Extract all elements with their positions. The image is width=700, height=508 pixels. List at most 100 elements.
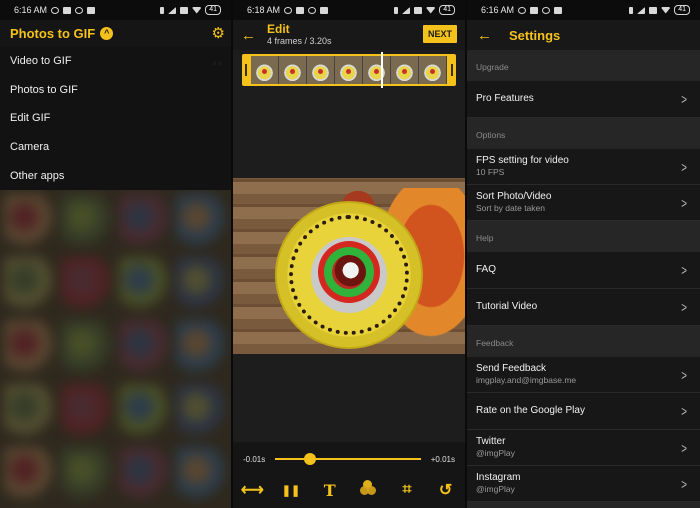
gallery-icon	[63, 6, 72, 14]
speed-max-label: +0.01s	[430, 454, 455, 464]
menu-item-other-apps[interactable]: Other apps	[0, 161, 231, 190]
app-title: Photos to GIF	[10, 26, 96, 41]
settings-item-title: Twitter	[476, 436, 506, 447]
settings-item-title: Pro Features	[476, 93, 534, 104]
background-hint: ▫ ▫	[213, 59, 221, 68]
frame-thumbnail	[279, 56, 307, 84]
battery-icon: 41	[205, 5, 221, 15]
battery-icon: 41	[439, 5, 455, 15]
page-title: Edit	[267, 22, 290, 36]
settings-notification-icon	[75, 6, 84, 14]
menu-item-photos-to-gif[interactable]: Photos to GIF	[0, 76, 231, 105]
settings-item-title: Tutorial Video	[476, 301, 538, 312]
chevron-right-icon: >	[681, 439, 687, 456]
gear-icon[interactable]: ⚙	[212, 26, 225, 41]
app-notification-icon	[87, 6, 96, 14]
undo-icon[interactable]: ↺	[434, 480, 458, 500]
bluetooth-icon	[394, 6, 399, 14]
signal-icon	[637, 6, 646, 14]
blurred-gallery	[0, 190, 231, 508]
menu-item-label: Video to GIF	[10, 55, 72, 68]
back-arrow-icon[interactable]: ←	[477, 27, 497, 44]
settings-screen: 6:16 AM 41 ← Settings Upgrade Pro Feature…	[467, 0, 700, 508]
wifi-icon	[426, 6, 436, 14]
chevron-right-icon: >	[681, 91, 687, 107]
playhead[interactable]	[381, 52, 383, 88]
menu-item-camera[interactable]: Camera	[0, 133, 231, 162]
gallery-icon	[296, 6, 305, 14]
trim-handle-left[interactable]	[245, 64, 247, 76]
wifi-icon	[661, 6, 671, 14]
settings-notification-icon	[308, 6, 317, 14]
bluetooth-icon	[629, 6, 634, 14]
menu-item-video-to-gif[interactable]: Video to GIF	[0, 47, 231, 76]
crop-icon[interactable]: ⌗	[395, 481, 419, 499]
settings-item[interactable]: Instagram @imgPlay >	[467, 466, 700, 502]
frame-thumbnail	[391, 56, 419, 84]
filter-icon[interactable]	[356, 479, 380, 501]
menu-item-edit-gif[interactable]: Edit GIF	[0, 104, 231, 133]
frame-thumbnail	[307, 56, 335, 84]
status-bar: 6:16 AM 41	[0, 0, 231, 20]
frame-thumbnail	[419, 56, 447, 84]
settings-item-subtitle: Sort by date taken	[476, 203, 545, 213]
settings-list: Upgrade Pro Features > Options FPS setting f…	[467, 50, 700, 502]
data-saver-icon	[649, 6, 658, 14]
section-header: Upgrade	[467, 50, 700, 81]
settings-item[interactable]: Twitter @imgPlay >	[467, 430, 700, 466]
wifi-icon	[192, 6, 202, 14]
back-arrow-icon[interactable]: ←	[241, 27, 261, 44]
menu-item-label: Photos to GIF	[10, 83, 78, 96]
alarm-icon	[518, 6, 527, 14]
speed-slider-knob[interactable]	[304, 453, 317, 465]
text-icon[interactable]: T	[318, 481, 342, 500]
speed-control: -0.01s +0.01s	[233, 450, 465, 468]
pause-icon[interactable]: ❚❚	[279, 484, 303, 497]
frame-timeline[interactable]	[242, 52, 456, 88]
settings-item-title: FAQ	[476, 264, 497, 275]
mode-selector[interactable]: Photos to GIF ^	[10, 26, 114, 41]
menu-item-label: Camera	[10, 141, 50, 154]
settings-item-title: Send Feedback	[476, 363, 547, 374]
chevron-right-icon: >	[681, 475, 687, 492]
chevron-right-icon: >	[681, 262, 687, 278]
settings-item-subtitle: @imgPlay	[476, 484, 515, 494]
status-time: 6:16 AM	[14, 5, 48, 15]
signal-icon	[402, 6, 411, 14]
settings-item[interactable]: Rate on the Google Play >	[467, 393, 700, 430]
alarm-icon	[284, 6, 293, 14]
direction-icon[interactable]: ⟷	[240, 480, 264, 500]
frame-thumbnail	[251, 56, 279, 84]
section-header: Options	[467, 118, 700, 149]
signal-icon	[168, 6, 177, 14]
page-title: Settings	[509, 27, 561, 43]
edit-screen: 6:18 AM 41 ← Edit 4 frames / 3.20s NEXT	[233, 0, 465, 508]
settings-notification-icon	[542, 6, 551, 14]
data-saver-icon	[180, 6, 189, 14]
dessert-plate-image	[275, 201, 423, 349]
bluetooth-icon	[160, 6, 165, 14]
chevron-right-icon: >	[681, 403, 687, 419]
chevron-up-icon: ^	[100, 27, 114, 40]
edit-toolbar: ⟷ ❚❚ T ⌗ ↺	[233, 475, 465, 505]
settings-item[interactable]: Sort Photo/Video Sort by date taken >	[467, 185, 700, 221]
settings-item[interactable]: Send Feedback imgplay.and@imgbase.me >	[467, 357, 700, 393]
next-button[interactable]: NEXT	[422, 25, 457, 43]
settings-item[interactable]: Tutorial Video >	[467, 289, 700, 326]
section-header: Feedback	[467, 326, 700, 357]
menu-item-label: Edit GIF	[10, 112, 51, 125]
settings-item[interactable]: FPS setting for video 10 FPS >	[467, 149, 700, 185]
chevron-right-icon: >	[681, 194, 687, 211]
menu-item-label: Other apps	[10, 169, 65, 182]
settings-item[interactable]: FAQ >	[467, 252, 700, 289]
mode-menu: ▫ ▫ Video to GIF Photos to GIF Edit GIF …	[0, 47, 231, 190]
settings-item[interactable]: Pro Features >	[467, 81, 700, 118]
settings-item-subtitle: @imgPlay	[476, 448, 515, 458]
app-header: Photos to GIF ^ ⚙	[0, 20, 231, 47]
settings-item-title: Instagram	[476, 472, 521, 483]
speed-slider[interactable]	[275, 453, 421, 465]
trim-handle-right[interactable]	[451, 64, 453, 76]
edit-header: ← Edit 4 frames / 3.20s NEXT	[233, 20, 465, 50]
data-saver-icon	[414, 6, 423, 14]
chevron-right-icon: >	[681, 366, 687, 383]
